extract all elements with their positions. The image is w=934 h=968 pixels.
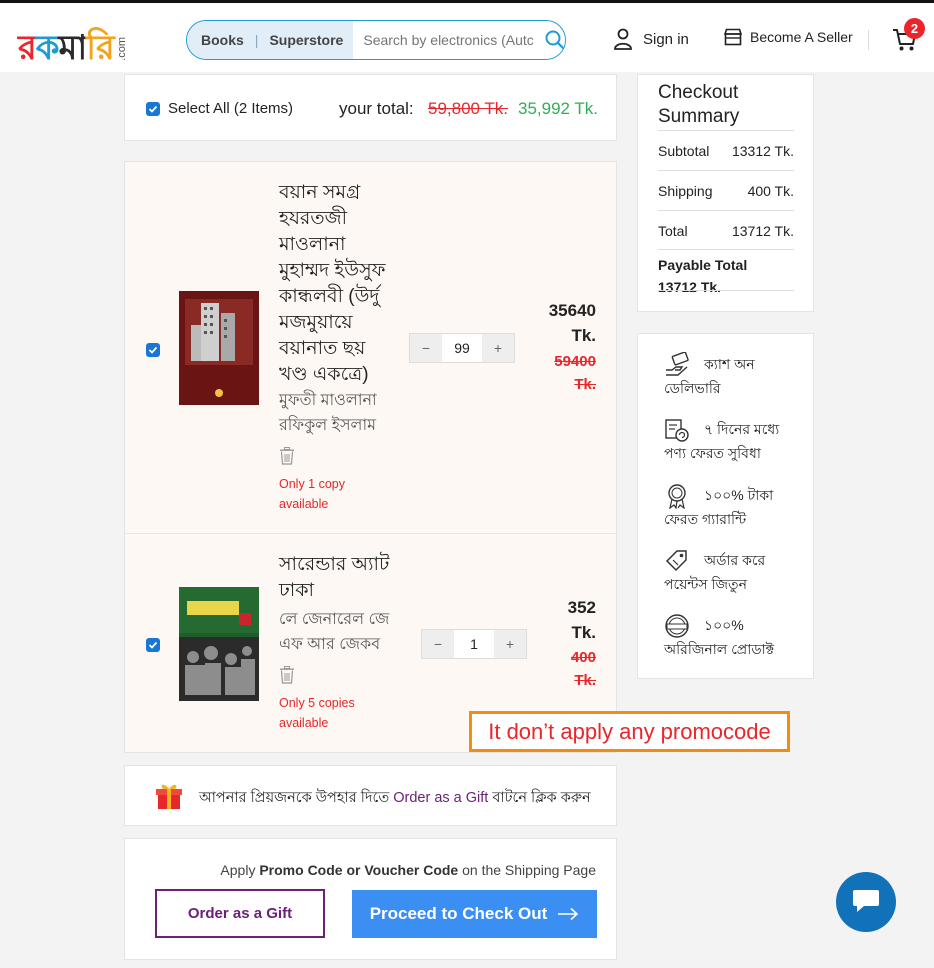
chat-button[interactable] [836,872,896,932]
arrow-right-icon [558,907,579,921]
book-cover[interactable] [179,291,259,405]
search-icon [545,30,565,50]
feature-item: ক্যাশ অন ডেলিভারি [664,352,794,400]
trash-icon [280,447,294,465]
chat-bubble-icon [853,890,879,912]
trash-icon [280,666,294,684]
search-button[interactable] [544,21,565,59]
book-title[interactable]: সারেন্ডার অ্যাট ঢাকা [279,552,391,604]
item-price: 352 Tk. [567,598,596,642]
summary-total-row: Total 13712 Tk. [658,223,794,239]
category-books[interactable]: Books [201,32,244,48]
total-new-price: 35,992 Tk. [518,99,599,118]
gift-box-icon [156,784,182,809]
quantity-value[interactable]: 99 [442,334,482,362]
cash-hand-icon [666,352,689,376]
total-old-price: 59,800 Tk. [428,99,509,118]
quantity-decrease-button[interactable]: − [422,630,454,658]
store-icon [723,28,743,46]
checkout-actions: Apply Promo Code or Voucher Code on the … [124,838,617,960]
search-input[interactable] [353,21,545,59]
gift-banner: আপনার প্রিয়জনকে উপহার দিতে Order as a G… [124,765,617,826]
checkout-summary: Checkout Summary Subtotal 13312 Tk. Shipp… [637,74,814,312]
quantity-stepper: − 1 + [421,629,527,659]
become-seller-link[interactable]: Become A Seller [723,28,853,46]
site-logo[interactable]: রকমারি .com [18,21,128,65]
select-all-bar: Select All (2 Items) your total: 59,800 … [124,74,617,141]
annotation-note: It don’t apply any promocode [469,711,790,752]
signin-label: Sign in [643,30,689,48]
seller-label: Become A Seller [750,29,853,45]
quantity-increase-button[interactable]: + [482,334,514,362]
quantity-stepper: − 99 + [409,333,515,363]
select-all-checkbox[interactable] [146,102,160,116]
feature-item: ৭ দিনের মধ্যে পণ্য ফেরত সুবিধা [664,417,794,465]
item-price: 35640 Tk. [548,301,596,345]
user-icon [614,28,632,50]
summary-shipping-row: Shipping 400 Tk. [658,183,794,199]
signin-link[interactable]: Sign in [613,28,689,50]
feature-item: অর্ডার করে পয়েন্টস জিতুন [664,548,794,596]
category-superstore[interactable]: Superstore [269,32,343,48]
cart-count-badge: 2 [904,18,925,39]
search-bar: Books | Superstore [186,20,566,60]
quantity-increase-button[interactable]: + [494,630,526,658]
promo-code-hint: Apply Promo Code or Voucher Code on the … [220,862,596,878]
summary-divider [658,210,794,211]
item-old-price: 400 Tk. [570,649,596,689]
book-title[interactable]: বয়ান সমগ্র হযরতজী মাওলানা মুহাম্মদ ইউসু… [279,180,391,388]
your-total-label: your total: [339,99,414,118]
cart-items-list: বয়ান সমগ্র হযরতজী মাওলানা মুহাম্মদ ইউসু… [124,161,617,753]
summary-subtotal-row: Subtotal 13312 Tk. [658,143,794,159]
feature-item: ১০০% টাকা ফেরত গ্যারান্টি [664,483,794,531]
stock-warning: Only 1 copy available [279,477,346,511]
summary-divider [658,249,794,250]
summary-title: Checkout Summary [658,82,740,127]
order-as-gift-button[interactable]: Order as a Gift [155,889,325,938]
proceed-to-checkout-button[interactable]: Proceed to Check Out [352,890,597,938]
select-all-label: Select All (2 Items) [168,100,294,117]
book-author[interactable]: মুফতী মাওলানা রফিকুল ইসলাম [279,388,391,438]
service-features: ক্যাশ অন ডেলিভারি ৭ দিনের মধ্যে পণ্য ফের… [637,333,814,679]
summary-divider [658,170,794,171]
original-seal-icon [665,614,689,638]
cart-item: বয়ান সমগ্র হযরতজী মাওলানা মুহাম্মদ ইউসু… [125,162,616,534]
book-author[interactable]: লে জেনারেল জে এফ আর জেকব [279,607,391,657]
quantity-value[interactable]: 1 [454,630,494,658]
book-cover[interactable] [179,587,259,701]
item-checkbox[interactable] [146,343,160,357]
money-back-badge-icon [668,484,686,509]
top-navbar: রকমারি .com Books | Superstore Sign in B… [0,0,934,72]
gift-banner-text: আপনার প্রিয়জনকে উপহার দিতে Order as a G… [199,790,591,806]
feature-item: ১০০% অরিজিনাল প্রোডাক্ট [664,613,794,661]
checkout-label: Proceed to Check Out [369,904,548,923]
order-as-gift-link[interactable]: Order as a Gift [393,790,488,806]
delete-item-button[interactable] [279,666,295,684]
quantity-decrease-button[interactable]: − [410,334,442,362]
delete-item-button[interactable] [279,447,295,465]
stock-warning: Only 5 copies available [279,696,355,730]
header-divider [868,30,869,50]
item-checkbox[interactable] [146,638,160,652]
payable-total: Payable Total 13712 Tk. [658,257,748,295]
search-categories: Books | Superstore [187,21,354,59]
summary-divider [658,290,794,291]
item-old-price: 59400 Tk. [554,353,596,393]
points-tag-icon [665,550,687,572]
return-box-icon [665,419,689,442]
summary-divider [658,130,794,131]
category-separator: | [254,32,259,48]
